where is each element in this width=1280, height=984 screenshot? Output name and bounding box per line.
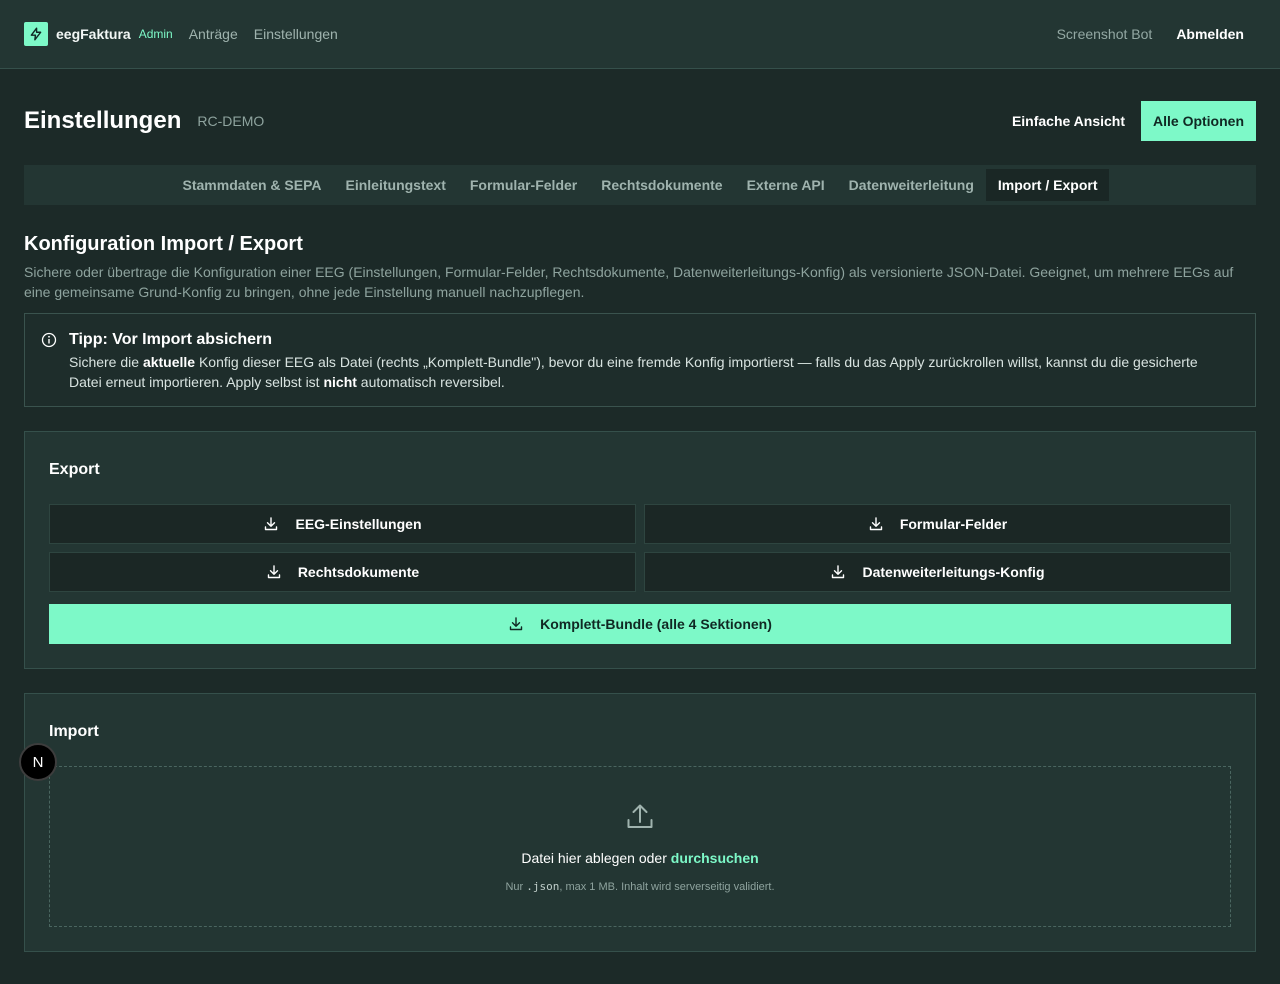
settings-tabs: Stammdaten & SEPA Einleitungstext Formul… [24, 165, 1256, 205]
admin-badge: Admin [138, 27, 173, 41]
download-icon [869, 517, 883, 531]
tab-stammdaten[interactable]: Stammdaten & SEPA [171, 169, 334, 201]
simple-view-button[interactable]: Einfache Ansicht [1012, 113, 1125, 129]
export-legal-docs-label: Rechtsdokumente [297, 564, 420, 580]
dev-tools-badge[interactable]: N [19, 743, 57, 781]
info-icon [41, 332, 57, 348]
nav-einstellungen[interactable]: Einstellungen [254, 26, 338, 42]
file-dropzone[interactable]: Datei hier ablegen oder durchsuchen Nur … [49, 766, 1231, 927]
tab-datenweiterleitung[interactable]: Datenweiterleitung [837, 169, 986, 201]
export-bundle-button[interactable]: Komplett-Bundle (alle 4 Sektionen) [49, 604, 1231, 644]
tip-callout: Tipp: Vor Import absichern Sichere die a… [24, 313, 1256, 407]
hint-pre: Nur [505, 881, 527, 893]
tip-title: Tipp: Vor Import absichern [69, 331, 272, 348]
export-title: Export [49, 461, 100, 478]
tip-body: Tipp: Vor Import absichern Sichere die a… [69, 330, 1229, 406]
export-bundle-label: Komplett-Bundle (alle 4 Sektionen) [540, 616, 772, 632]
dropzone-hint: Nur .json, max 1 MB. Inhalt wird servers… [505, 880, 774, 893]
brand-name[interactable]: eegFaktura [56, 26, 131, 42]
tip-bold-nicht: nicht [323, 374, 357, 390]
tip-text-3: automatisch reversibel. [356, 374, 505, 390]
import-card: Import Datei hier ablegen oder durchsuch… [24, 693, 1256, 952]
dropzone-label: Datei hier ablegen oder [521, 850, 671, 866]
export-eeg-settings-label: EEG-Einstellungen [295, 516, 422, 532]
tip-text-1: Sichere die [69, 354, 143, 370]
tip-text-2: Konfig dieser EEG als Datei (rechts „Kom… [69, 354, 1198, 390]
import-title: Import [49, 723, 99, 740]
export-forwarding-config-label: Datenweiterleitungs-Konfig [862, 564, 1045, 580]
all-options-button[interactable]: Alle Optionen [1141, 101, 1256, 141]
page-title: Einstellungen [24, 107, 182, 134]
page-header: Einstellungen RC-DEMO Einfache Ansicht A… [24, 101, 1256, 141]
download-icon [509, 617, 523, 631]
tab-formular-felder[interactable]: Formular-Felder [458, 169, 589, 201]
tip-text: Sichere die aktuelle Konfig dieser EEG a… [69, 352, 1229, 392]
top-navbar: eegFaktura Admin Anträge Einstellungen S… [0, 0, 1280, 69]
browse-link[interactable]: durchsuchen [671, 850, 759, 866]
nav-antraege[interactable]: Anträge [189, 26, 238, 42]
tab-einleitungstext[interactable]: Einleitungstext [334, 169, 458, 201]
tip-bold-aktuelle: aktuelle [142, 354, 196, 370]
dropzone-text: Datei hier ablegen oder durchsuchen [521, 850, 758, 866]
hint-extension: .json [526, 880, 560, 893]
tab-externe-api[interactable]: Externe API [735, 169, 837, 201]
download-icon [265, 517, 278, 531]
section-description: Sichere oder übertrage die Konfiguration… [24, 264, 1234, 300]
user-name: Screenshot Bot [1056, 26, 1153, 42]
export-legal-docs-button[interactable]: Rechtsdokumente [49, 552, 636, 592]
download-icon [267, 565, 281, 579]
export-form-fields-button[interactable]: Formular-Felder [644, 504, 1231, 544]
bolt-icon[interactable] [24, 22, 48, 46]
hint-post: , max 1 MB. Inhalt wird serverseitig val… [559, 881, 775, 893]
export-form-fields-label: Formular-Felder [899, 516, 1008, 532]
export-forwarding-config-button[interactable]: Datenweiterleitungs-Konfig [644, 552, 1231, 592]
tab-import-export[interactable]: Import / Export [985, 169, 1110, 201]
tenant-code: RC-DEMO [197, 113, 265, 129]
section-title: Konfiguration Import / Export [24, 233, 303, 255]
download-icon [832, 565, 845, 579]
export-eeg-settings-button[interactable]: EEG-Einstellungen [49, 504, 636, 544]
upload-icon [625, 801, 655, 836]
export-card: Export EEG-Einstellungen Formular-Felder… [24, 431, 1256, 669]
tab-rechtsdokumente[interactable]: Rechtsdokumente [589, 169, 734, 201]
logout-button[interactable]: Abmelden [1176, 26, 1244, 42]
